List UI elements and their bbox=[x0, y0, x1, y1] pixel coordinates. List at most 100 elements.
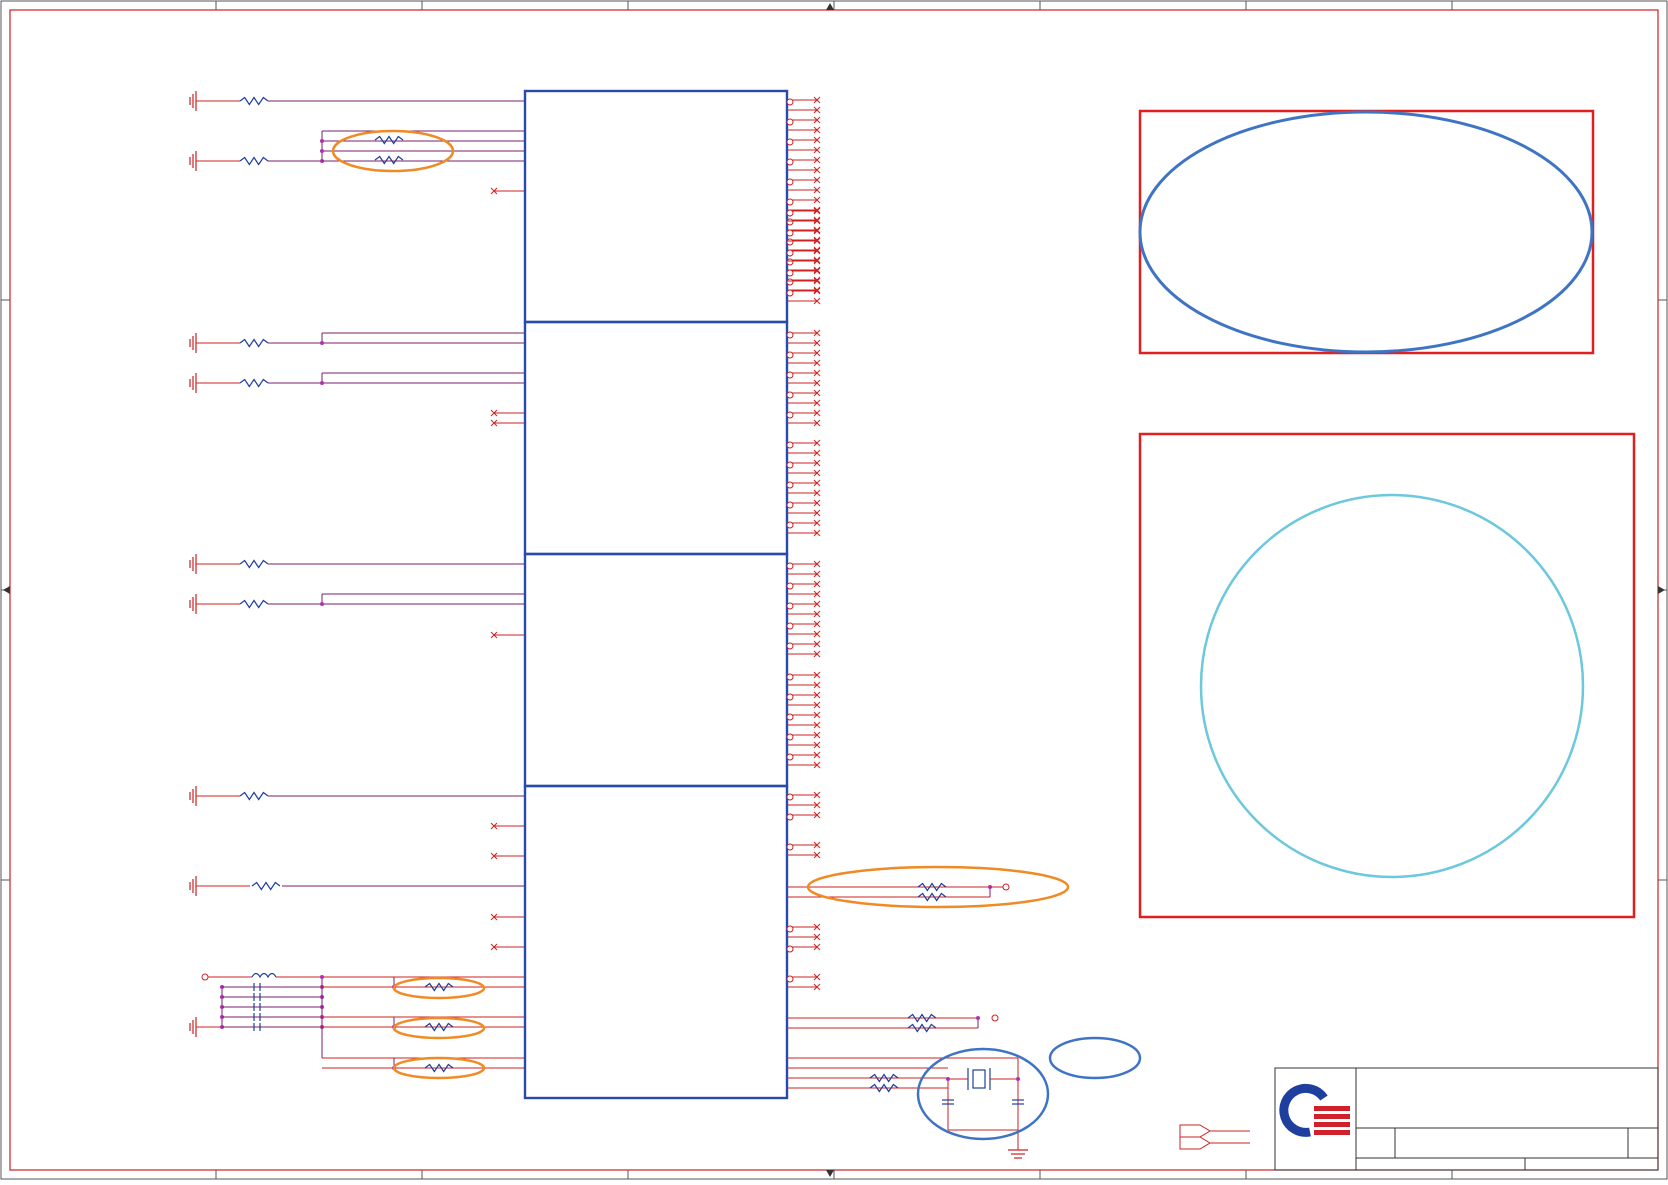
ic-right-pins bbox=[786, 96, 821, 991]
test-point-icon bbox=[786, 218, 794, 226]
test-point-icon bbox=[786, 198, 794, 206]
test-point-icon bbox=[786, 391, 794, 399]
ic-block-ic-part-d bbox=[523, 784, 789, 1100]
test-point-icon bbox=[786, 602, 794, 610]
schematic-canvas bbox=[0, 0, 1668, 1180]
test-point-icon bbox=[786, 562, 794, 570]
test-point-icon bbox=[786, 351, 794, 359]
test-point-icon bbox=[786, 753, 794, 761]
center-marker-icon bbox=[3, 586, 10, 594]
crystal-and-pullup-circuit bbox=[787, 882, 1250, 1159]
test-point-icon bbox=[786, 813, 794, 821]
test-point-icon bbox=[786, 481, 794, 489]
ic-block-ic-part-b bbox=[523, 320, 789, 556]
schematic-sheet bbox=[0, 0, 1668, 1180]
junction-dot bbox=[320, 602, 324, 606]
test-point-icon bbox=[786, 118, 794, 126]
resistor-symbol bbox=[239, 599, 269, 609]
junction-dot bbox=[946, 1077, 950, 1081]
test-point-icon bbox=[786, 178, 794, 186]
junction-dot bbox=[320, 975, 324, 979]
ground-icon bbox=[189, 554, 204, 574]
crystal-symbol bbox=[972, 1069, 986, 1089]
test-point-icon bbox=[786, 843, 794, 851]
resistor-symbol bbox=[239, 338, 269, 348]
ground-icon bbox=[189, 594, 204, 614]
test-point-icon bbox=[786, 793, 794, 801]
highlight-box-red bbox=[1138, 432, 1636, 919]
test-point-icon bbox=[786, 733, 794, 741]
resistor-symbol bbox=[374, 135, 404, 145]
resistor-symbol bbox=[239, 156, 269, 166]
test-point-icon bbox=[786, 229, 794, 237]
off-page-connector-icon bbox=[1179, 1136, 1211, 1150]
ground-icon bbox=[189, 151, 204, 171]
test-point-icon bbox=[786, 411, 794, 419]
junction-dot bbox=[1016, 1077, 1020, 1081]
test-point-icon bbox=[786, 269, 794, 277]
junction-dot bbox=[976, 1016, 980, 1020]
test-point-icon bbox=[786, 501, 794, 509]
left-resistor-networks bbox=[189, 91, 525, 1073]
highlight-circle-cyan bbox=[1199, 493, 1585, 879]
ic-block-ic-part-c bbox=[523, 552, 789, 788]
highlight-ellipse-orange bbox=[392, 976, 486, 1000]
ground-icon bbox=[189, 333, 204, 353]
test-point-icon bbox=[786, 925, 794, 933]
inner-border bbox=[9, 9, 1659, 1171]
logo-bar bbox=[1314, 1130, 1350, 1135]
logo-bar bbox=[1314, 1106, 1350, 1111]
ground-icon bbox=[189, 1017, 204, 1037]
ground-icon bbox=[189, 373, 204, 393]
test-point-icon bbox=[786, 582, 794, 590]
review-highlights bbox=[331, 109, 1636, 1141]
junction-dot bbox=[320, 341, 324, 345]
ground-icon bbox=[1008, 1149, 1028, 1159]
test-point-icon bbox=[786, 975, 794, 983]
center-marker-icon bbox=[826, 1170, 834, 1177]
resistor-symbol bbox=[251, 881, 281, 891]
center-marker-icon bbox=[1658, 586, 1665, 594]
logo-bar bbox=[1314, 1114, 1350, 1119]
resistor-symbol bbox=[239, 559, 269, 569]
ground-icon bbox=[189, 91, 204, 111]
junction-dot bbox=[320, 381, 324, 385]
test-point-icon bbox=[786, 98, 794, 106]
test-point-icon bbox=[786, 371, 794, 379]
test-point-icon bbox=[786, 158, 794, 166]
test-point-icon bbox=[201, 973, 209, 981]
test-point-icon bbox=[786, 258, 794, 266]
ground-icon bbox=[189, 786, 204, 806]
resistor-symbol bbox=[239, 378, 269, 388]
test-point-icon bbox=[1002, 883, 1010, 891]
test-point-icon bbox=[786, 673, 794, 681]
logo-bar bbox=[1314, 1122, 1350, 1127]
drawing-frame bbox=[0, 0, 1668, 1180]
highlight-ellipse-blue bbox=[1138, 110, 1594, 354]
test-point-icon bbox=[786, 693, 794, 701]
test-point-icon bbox=[786, 622, 794, 630]
test-point-icon bbox=[786, 642, 794, 650]
outer-border bbox=[0, 0, 1668, 1180]
resistor-symbol bbox=[239, 791, 269, 801]
resistor-symbol bbox=[374, 155, 404, 165]
title-block bbox=[1274, 1067, 1659, 1171]
ground-icon bbox=[189, 876, 204, 896]
ic-blocks bbox=[523, 89, 789, 1100]
test-point-icon bbox=[786, 461, 794, 469]
test-point-icon bbox=[786, 713, 794, 721]
test-point-icon bbox=[786, 441, 794, 449]
center-marker-icon bbox=[826, 3, 834, 10]
resistor-symbol bbox=[239, 96, 269, 106]
company-logo-icon bbox=[1279, 1083, 1350, 1137]
test-point-icon bbox=[786, 249, 794, 257]
test-point-icon bbox=[786, 521, 794, 529]
test-point-icon bbox=[991, 1014, 999, 1022]
junction-dot bbox=[320, 139, 324, 143]
test-point-icon bbox=[786, 209, 794, 217]
test-point-icon bbox=[786, 945, 794, 953]
ic-block-ic-part-a bbox=[523, 89, 789, 324]
test-point-icon bbox=[786, 289, 794, 297]
inductor-symbol bbox=[251, 972, 277, 979]
test-point-icon bbox=[786, 278, 794, 286]
